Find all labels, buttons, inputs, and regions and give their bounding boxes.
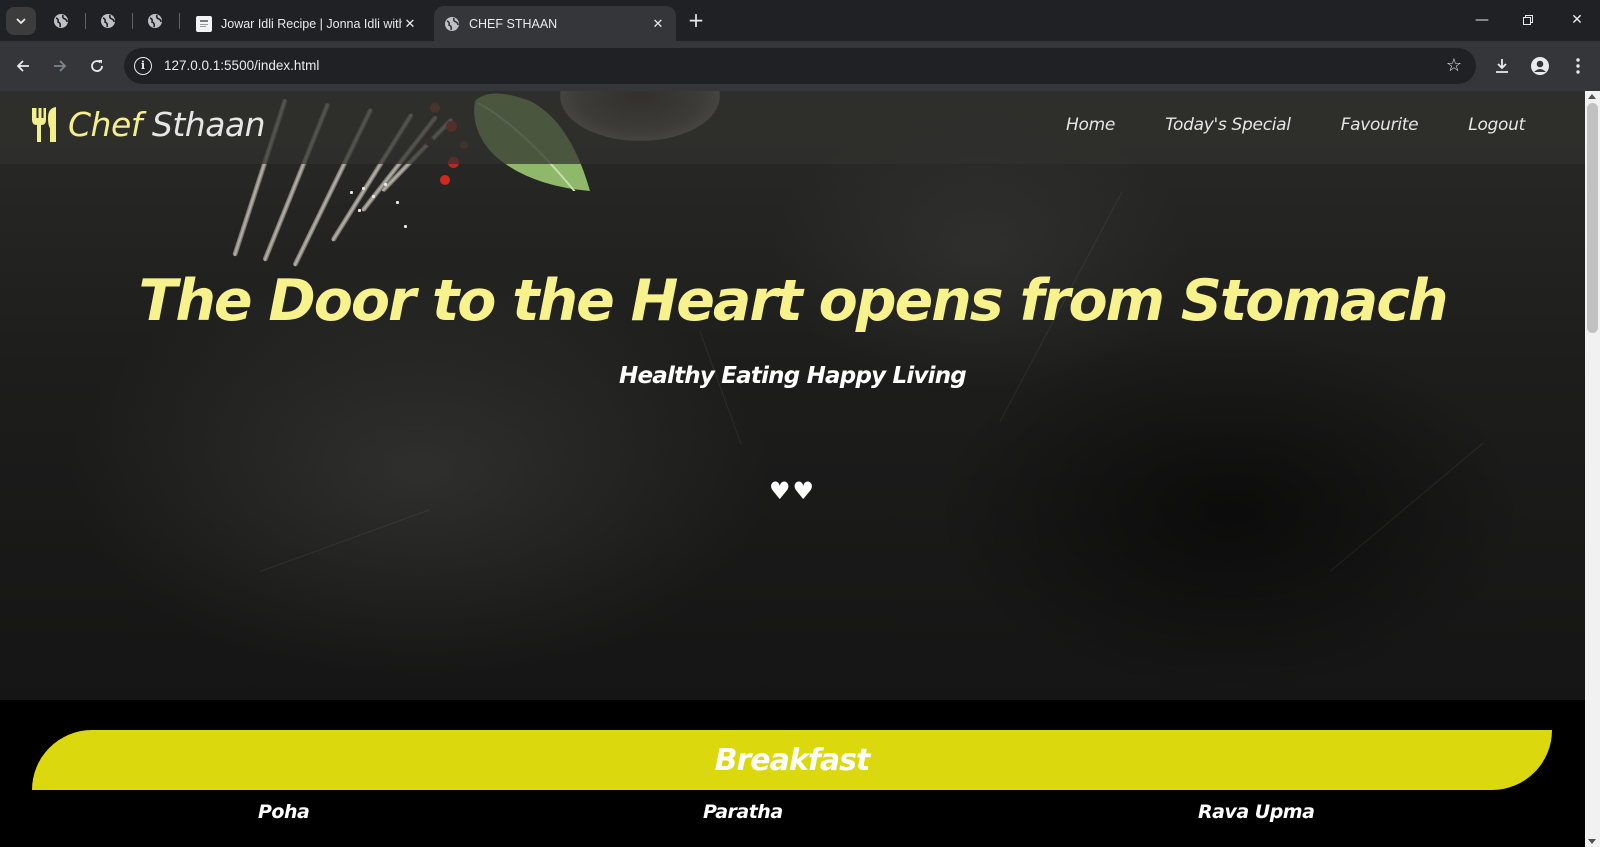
back-arrow-icon[interactable] [10,53,36,79]
forward-arrow-icon[interactable] [47,53,73,79]
pinned-tab-2[interactable] [97,10,119,32]
dish-title-rava-upma[interactable]: Rava Upma [1198,801,1315,823]
globe-icon [101,14,115,28]
pinned-tab-1[interactable] [50,10,72,32]
dish-title-poha[interactable]: Poha [258,801,310,823]
dish-title-paratha[interactable]: Paratha [703,801,783,823]
hero-headline: The Door to the Heart opens from Stomach [138,268,1448,334]
site-navbar: Chef Sthaan Home Today's Special Favouri… [0,91,1585,164]
nav-links: Home Today's Special Favourite Logout [1066,115,1525,135]
scroll-up-arrow-icon[interactable] [1588,94,1596,99]
salt-grain [372,195,375,198]
salt-grain [404,225,407,228]
chevron-down-icon [16,18,26,25]
pinned-tab-3[interactable] [144,10,166,32]
nav-link-favourite[interactable]: Favourite [1341,115,1419,135]
browser-tab-bar: Jowar Idli Recipe | Jonna Idli with ✕ CH… [0,0,1600,41]
salt-grain [362,187,365,190]
tab-separator [179,13,180,29]
hero-section: The Door to the Heart opens from Stomach… [0,91,1585,700]
scroll-down-arrow-icon[interactable] [1588,839,1596,844]
reload-icon[interactable] [84,53,110,79]
scrollbar-thumb[interactable] [1587,103,1598,333]
tab-jowar-idli[interactable]: Jowar Idli Recipe | Jonna Idli with ✕ [186,6,428,41]
brand-name-second: Sthaan [151,105,266,144]
tab-title: Jowar Idli Recipe | Jonna Idli with [221,16,402,31]
document-favicon-icon [196,15,212,32]
address-bar[interactable]: i 127.0.0.1:5500/index.html ☆ [124,48,1476,84]
globe-icon [444,16,460,32]
url-text: 127.0.0.1:5500/index.html [164,58,320,73]
browser-toolbar: i 127.0.0.1:5500/index.html ☆ [0,41,1600,91]
salt-grain [384,183,387,186]
tab-search-button[interactable] [6,7,36,35]
breakfast-banner: Breakfast [32,730,1552,790]
restore-icon[interactable] [1515,8,1541,32]
peppercorn-image [440,175,450,185]
tab-close-icon[interactable]: ✕ [650,16,666,32]
tab-chef-sthaan[interactable]: CHEF STHAAN ✕ [434,6,676,41]
tab-close-icon[interactable]: ✕ [402,16,418,32]
new-tab-button[interactable]: + [684,9,708,33]
salt-grain [350,191,353,194]
texture-scratch [259,509,430,572]
nav-link-todays-special[interactable]: Today's Special [1165,115,1291,135]
minimize-icon[interactable]: — [1469,8,1495,32]
tab-separator [132,13,133,29]
salt-grain [358,209,361,212]
hearts-decoration: ♥♥ [768,477,817,505]
nav-link-logout[interactable]: Logout [1468,115,1525,135]
bookmark-star-icon[interactable]: ☆ [1446,55,1462,76]
fork-knife-icon [32,106,56,142]
page-viewport: The Door to the Heart opens from Stomach… [0,91,1600,847]
texture-scratch [1329,442,1484,572]
site-logo[interactable]: Chef Sthaan [30,105,266,144]
vertical-scrollbar[interactable] [1585,91,1600,847]
brand-name-first: Chef [68,105,142,144]
globe-icon [148,14,162,28]
download-icon[interactable] [1489,53,1515,79]
profile-avatar-icon[interactable] [1527,53,1553,79]
hero-tagline: Healthy Eating Happy Living [619,363,967,389]
kebab-menu-icon[interactable] [1565,53,1591,79]
tab-title: CHEF STHAAN [469,16,558,31]
tab-separator [85,13,86,29]
salt-grain [396,201,399,204]
nav-link-home[interactable]: Home [1066,115,1115,135]
globe-icon [54,14,68,28]
close-window-icon[interactable]: ✕ [1564,8,1590,32]
site-info-icon[interactable]: i [134,57,152,75]
section-title: Breakfast [714,742,871,778]
